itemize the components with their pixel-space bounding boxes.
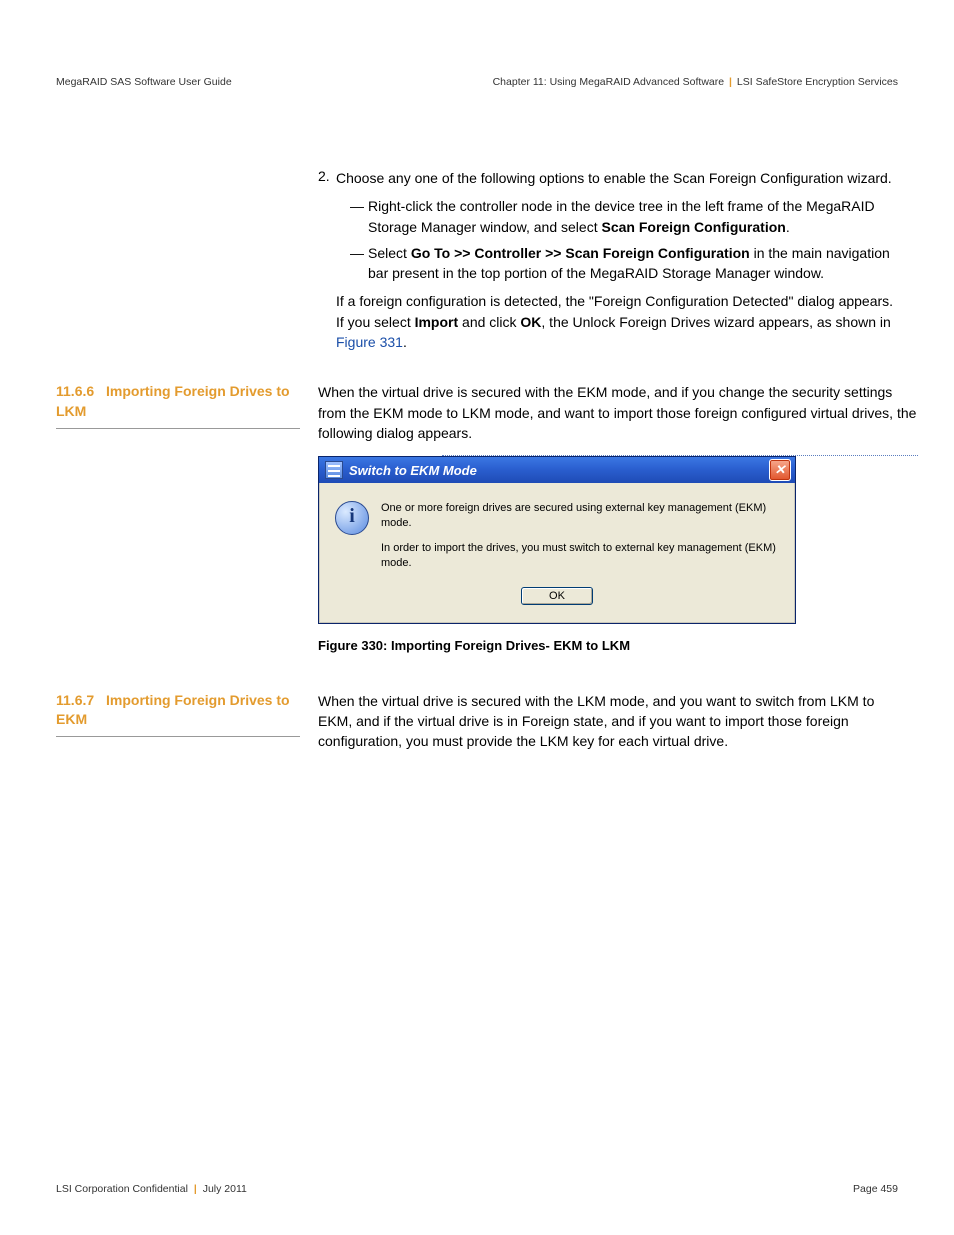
ok-button[interactable]: OK [521, 587, 593, 605]
step-number: 2. [318, 168, 336, 364]
app-icon [325, 461, 343, 479]
dialog-title: Switch to EKM Mode [349, 463, 769, 478]
section-1166-para: When the virtual drive is secured with t… [318, 382, 918, 443]
footer-date: July 2011 [203, 1183, 247, 1195]
header-left: MegaRAID SAS Software User Guide [56, 76, 232, 88]
footer-page-number: Page 459 [853, 1183, 898, 1195]
page-footer: LSI Corporation Confidential | July 2011… [56, 1183, 898, 1195]
option-right-click: Right-click the controller node in the d… [350, 196, 898, 237]
info-icon [335, 501, 369, 535]
header-right: Chapter 11: Using MegaRAID Advanced Soft… [493, 76, 898, 88]
section-heading-11-6-7: 11.6.7Importing Foreign Drives to EKM [56, 691, 300, 737]
figure-caption-330: Figure 330: Importing Foreign Drives- EK… [318, 638, 918, 653]
page-header: MegaRAID SAS Software User Guide Chapter… [56, 76, 898, 88]
step-intro: Choose any one of the following options … [336, 168, 898, 188]
dialog-titlebar: Switch to EKM Mode ✕ [319, 457, 795, 483]
option-goto-menu: Select Go To >> Controller >> Scan Forei… [350, 243, 898, 284]
close-icon[interactable]: ✕ [769, 459, 791, 481]
dialog-switch-to-ekm: Switch to EKM Mode ✕ One or more foreign… [318, 456, 796, 623]
section-1167-para: When the virtual drive is secured with t… [318, 691, 898, 752]
step-content: 2. Choose any one of the following optio… [318, 168, 898, 364]
footer-confidential: LSI Corporation Confidential [56, 1183, 188, 1195]
options-list: Right-click the controller node in the d… [336, 196, 898, 283]
figure-link-331[interactable]: Figure 331 [336, 334, 403, 350]
dialog-message: One or more foreign drives are secured u… [381, 501, 779, 570]
result-paragraph: If a foreign configuration is detected, … [336, 291, 898, 352]
section-heading-11-6-6: 11.6.6Importing Foreign Drives to LKM [56, 382, 300, 428]
